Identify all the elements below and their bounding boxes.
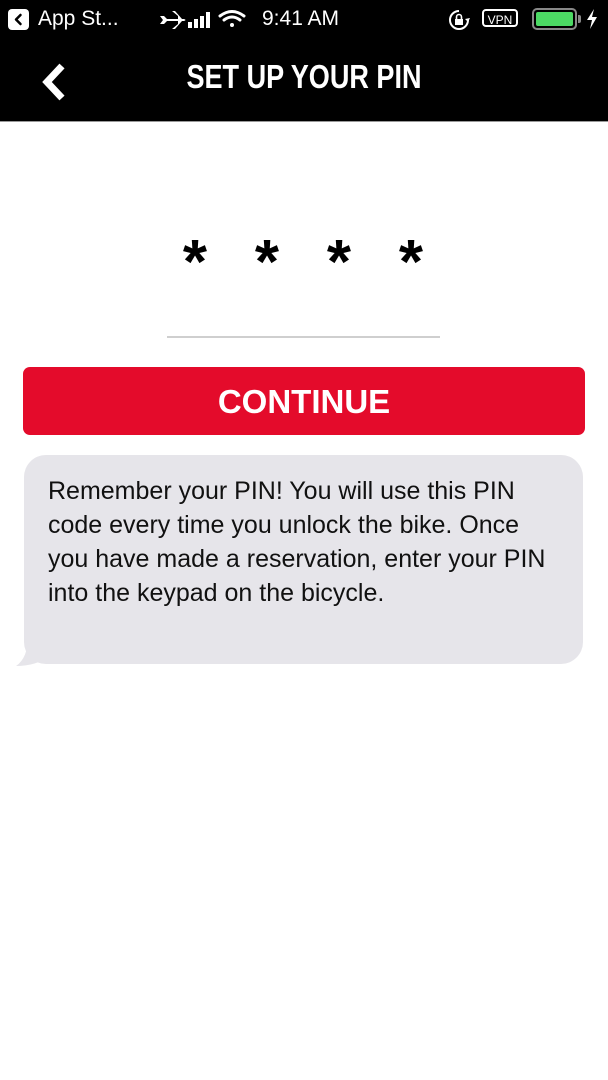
pin-digit-1: * — [182, 228, 208, 297]
back-to-app-label[interactable]: App St... — [38, 7, 119, 31]
navigation-bar: SET UP YOUR PIN — [0, 40, 608, 122]
pin-input[interactable]: * * * * — [160, 228, 450, 297]
wifi-icon — [218, 10, 246, 27]
pin-underline — [167, 336, 440, 338]
info-message: Remember your PIN! You will use this PIN… — [48, 477, 546, 607]
battery-nub — [578, 15, 581, 23]
pin-digit-2: * — [254, 228, 280, 297]
vpn-icon: VPN — [482, 9, 518, 27]
back-to-app-icon[interactable] — [8, 9, 29, 30]
rotation-lock-icon — [449, 10, 470, 30]
cellular-signal-icon — [188, 12, 210, 28]
status-time: 9:41 AM — [262, 7, 340, 30]
charging-bolt-icon — [587, 9, 597, 29]
page-title: SET UP YOUR PIN — [186, 58, 422, 95]
status-bar: App St... 9:41 AM VPN — [0, 0, 608, 40]
pin-digit-4: * — [398, 228, 424, 297]
battery-level — [536, 12, 573, 26]
airplane-signal-wifi-icon — [160, 10, 246, 29]
battery-icon — [532, 8, 577, 30]
continue-button[interactable]: CONTINUE — [23, 367, 585, 435]
airplane-icon — [160, 11, 186, 29]
pin-digit-3: * — [326, 228, 352, 297]
